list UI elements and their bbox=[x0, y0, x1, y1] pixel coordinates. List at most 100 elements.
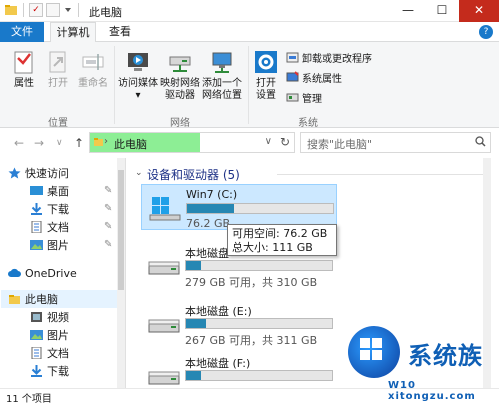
open-settings-button[interactable]: 打开 设置 bbox=[252, 48, 280, 102]
tab-view[interactable]: 查看 bbox=[102, 22, 138, 42]
nav-pc-pictures[interactable]: 图片 bbox=[30, 326, 69, 344]
nav-desktop[interactable]: 桌面 bbox=[30, 182, 69, 200]
ribbon: 属性 打开 重命名 位置 访问媒体 ▾ 映射网络 驱动器 添加一个 网络位置 网… bbox=[0, 42, 499, 129]
nav-onedrive-label: OneDrive bbox=[25, 266, 77, 280]
uninstall-programs-button[interactable]: 卸载或更改程序 bbox=[286, 50, 372, 65]
nav-scrollbar-thumb[interactable] bbox=[118, 170, 124, 290]
section-divider bbox=[277, 174, 487, 175]
uninstall-icon bbox=[286, 52, 299, 63]
nav-quick-access-label: 快速访问 bbox=[25, 167, 69, 180]
properties-icon bbox=[11, 48, 37, 76]
drive-usage-bar bbox=[186, 203, 334, 214]
settings-gear-icon bbox=[253, 48, 279, 76]
drive-usage-bar bbox=[185, 318, 333, 329]
drive-usage-bar bbox=[185, 260, 333, 271]
system-properties-icon bbox=[286, 71, 299, 82]
folder-icon bbox=[5, 5, 17, 15]
refresh-icon[interactable]: ↻ bbox=[280, 135, 290, 149]
rename-label: 重命名 bbox=[78, 78, 108, 89]
network-drive-icon bbox=[167, 48, 193, 76]
close-button[interactable]: ✕ bbox=[459, 0, 499, 22]
new-folder-quick-icon[interactable] bbox=[46, 3, 60, 17]
tooltip-free-space: 可用空间: 76.2 GB bbox=[232, 227, 328, 240]
drive-tooltip: 可用空间: 76.2 GB 总大小: 111 GB bbox=[227, 224, 337, 256]
nav-pictures-label: 图片 bbox=[47, 239, 69, 252]
drive-name: Win7 (C:) bbox=[186, 188, 238, 201]
nav-videos[interactable]: 视频 bbox=[30, 308, 69, 326]
qat-divider bbox=[23, 3, 24, 17]
add-location-label-1: 添加一个 bbox=[202, 78, 242, 89]
help-icon[interactable]: ? bbox=[479, 25, 493, 39]
address-dropdown-icon[interactable]: ∨ bbox=[265, 136, 272, 147]
map-network-drive-button[interactable]: 映射网络 驱动器 bbox=[159, 48, 201, 102]
network-location-icon bbox=[209, 48, 235, 76]
drive-space-info: 76.2 GB bbox=[186, 217, 231, 230]
nav-pc-documents[interactable]: 文档 bbox=[30, 344, 69, 362]
add-location-label-2: 网络位置 bbox=[202, 90, 242, 101]
manage-button[interactable]: 管理 bbox=[286, 90, 322, 105]
customize-qat-icon[interactable] bbox=[63, 3, 73, 17]
up-button[interactable]: ↑ bbox=[74, 136, 84, 150]
pin-icon: ✎ bbox=[104, 185, 113, 196]
nav-videos-label: 视频 bbox=[47, 311, 69, 324]
documents-icon bbox=[31, 347, 42, 359]
desktop-icon bbox=[30, 186, 43, 195]
forward-button[interactable]: → bbox=[34, 136, 44, 150]
search-box[interactable]: 搜索"此电脑" bbox=[300, 132, 491, 153]
open-label: 打开 bbox=[48, 78, 68, 89]
tab-computer[interactable]: 计算机 bbox=[50, 22, 96, 43]
search-icon bbox=[475, 136, 486, 147]
drive-usage-fill bbox=[186, 261, 201, 270]
download-arrow-icon bbox=[31, 365, 42, 377]
add-network-location-button[interactable]: 添加一个 网络位置 bbox=[201, 48, 243, 102]
nav-pc-downloads[interactable]: 下载 bbox=[30, 362, 69, 380]
open-button[interactable]: 打开 bbox=[42, 48, 74, 90]
drive-space-info: 279 GB 可用，共 310 GB bbox=[185, 276, 318, 289]
nav-downloads[interactable]: 下载 bbox=[30, 200, 69, 218]
recent-locations-icon[interactable]: ∨ bbox=[56, 138, 63, 148]
nav-pc-downloads-label: 下载 bbox=[47, 365, 69, 378]
title-bar: ✓ 此电脑 — ☐ ✕ bbox=[0, 0, 499, 22]
navigation-bar: ← → ∨ ↑ › 此电脑 ∨ ↻ 搜索"此电脑" bbox=[0, 128, 499, 158]
nav-onedrive[interactable]: OneDrive bbox=[8, 264, 77, 282]
nav-pictures[interactable]: 图片 bbox=[30, 236, 69, 254]
section-collapse-icon[interactable]: ⌄ bbox=[135, 168, 143, 178]
open-settings-label-2: 设置 bbox=[256, 90, 276, 101]
nav-this-pc[interactable]: 此电脑 bbox=[8, 290, 58, 308]
drive-name: 本地磁盘 (E:) bbox=[185, 305, 252, 318]
quick-access-toolbar: ✓ bbox=[4, 3, 81, 17]
hard-drive-icon bbox=[148, 319, 180, 333]
drive-usage-fill bbox=[187, 204, 234, 213]
nav-pc-pictures-label: 图片 bbox=[47, 329, 69, 342]
system-properties-button[interactable]: 系统属性 bbox=[286, 70, 342, 85]
window-title: 此电脑 bbox=[89, 6, 122, 19]
address-bar[interactable]: › 此电脑 ∨ ↻ bbox=[89, 132, 295, 153]
access-media-dropdown-icon: ▾ bbox=[135, 90, 141, 101]
pin-icon: ✎ bbox=[104, 203, 113, 214]
pin-icon: ✎ bbox=[104, 221, 113, 232]
nav-scrollbar[interactable] bbox=[117, 158, 125, 388]
watermark: 系统族 W10 xitongzu.com bbox=[344, 322, 499, 404]
properties-quick-icon[interactable]: ✓ bbox=[29, 3, 43, 17]
address-text: 此电脑 bbox=[114, 138, 147, 151]
ribbon-divider bbox=[248, 46, 249, 124]
rename-icon bbox=[80, 48, 106, 76]
tooltip-total-size: 总大小: 111 GB bbox=[232, 241, 313, 254]
map-drive-label-1: 映射网络 bbox=[160, 78, 200, 89]
nav-downloads-label: 下载 bbox=[47, 203, 69, 216]
nav-quick-access[interactable]: 快速访问 bbox=[8, 164, 69, 182]
minimize-button[interactable]: — bbox=[391, 0, 425, 22]
back-button[interactable]: ← bbox=[14, 136, 24, 150]
drive-tile[interactable]: 本地磁盘 (E:) 267 GB 可用，共 311 GB bbox=[141, 300, 337, 347]
tab-file[interactable]: 文件 bbox=[0, 22, 44, 42]
hard-drive-icon bbox=[148, 371, 180, 385]
access-media-button[interactable]: 访问媒体 ▾ bbox=[118, 48, 158, 102]
manage-label: 管理 bbox=[302, 94, 322, 105]
system-properties-label: 系统属性 bbox=[302, 74, 342, 85]
maximize-button[interactable]: ☐ bbox=[425, 0, 459, 22]
address-chevron-icon: › bbox=[104, 136, 108, 147]
watermark-brand: 系统族 bbox=[408, 341, 483, 370]
properties-button[interactable]: 属性 bbox=[6, 48, 42, 90]
nav-documents[interactable]: 文档 bbox=[30, 218, 69, 236]
rename-button[interactable]: 重命名 bbox=[74, 48, 112, 90]
